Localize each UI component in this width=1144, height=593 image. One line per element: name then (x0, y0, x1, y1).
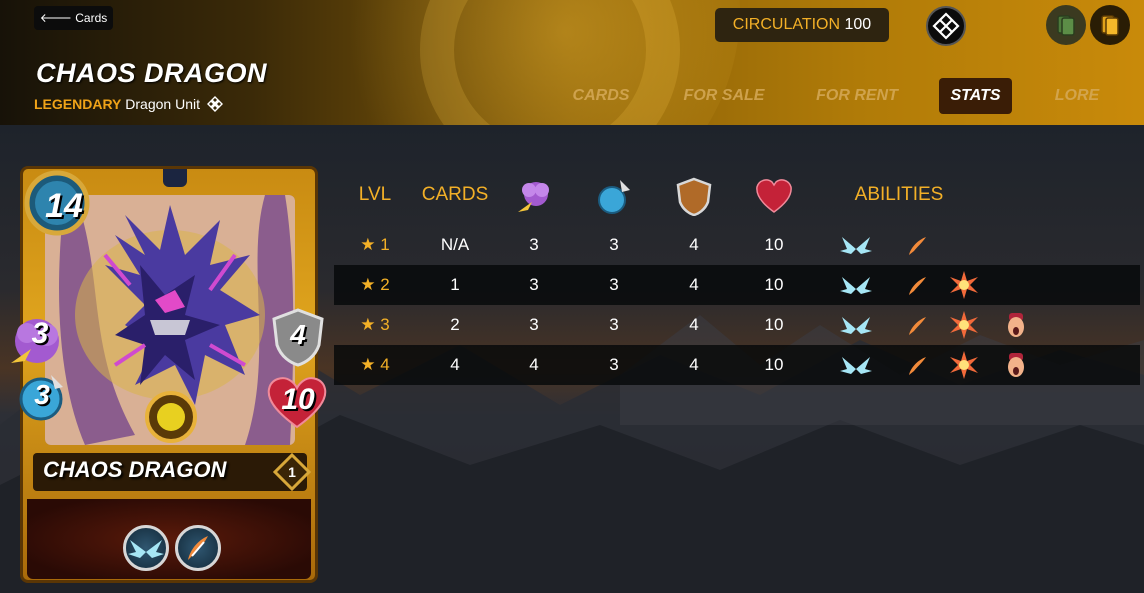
circulation-label: CIRCULATION (732, 16, 841, 33)
row-speed: 3 (609, 235, 619, 254)
blast-icon[interactable] (948, 309, 980, 341)
row-health: 10 (764, 235, 784, 254)
card-type-label: Dragon Unit (125, 96, 200, 112)
column-header-cards: CARDS (421, 184, 489, 205)
flame-feather-icon[interactable] (900, 229, 932, 261)
row-level: ★ 4 (360, 355, 390, 374)
row-armor: 4 (689, 315, 699, 334)
flame-feather-icon[interactable] (900, 349, 932, 381)
row-cards: 2 (450, 315, 460, 334)
row-speed: 3 (609, 315, 619, 334)
row-speed: 3 (609, 275, 619, 294)
circulation-badge: CIRCULATION 100 (715, 8, 889, 42)
row-magic: 3 (529, 235, 539, 254)
row-speed: 3 (609, 355, 619, 374)
card-subtitle: LEGENDARY Dragon Unit (34, 96, 223, 112)
splinter-gem-icon (163, 169, 187, 187)
row-armor: 4 (689, 275, 699, 294)
flame-feather-icon[interactable] (900, 269, 932, 301)
row-level: ★ 2 (360, 275, 390, 294)
row-health: 10 (764, 275, 784, 294)
armor-icon (676, 177, 712, 216)
back-button-label: Cards (75, 11, 108, 25)
circulation-value: 100 (844, 16, 872, 33)
table-row: ★ 1 N/A 3 3 4 10 (334, 225, 1140, 265)
tab-stats[interactable]: STATS (939, 78, 1012, 114)
health-icon (756, 179, 792, 213)
page-title: CHAOS DRAGON (36, 58, 268, 88)
page-header: 🡐 Cards CHAOS DRAGON LEGENDARY Dragon Un… (0, 0, 1144, 125)
owned-cards-icon[interactable] (1090, 5, 1130, 45)
card-level-value: 1 (288, 464, 296, 480)
row-armor: 4 (689, 235, 699, 254)
stats-table-header: LVL CARDS ABILITIES (334, 176, 1140, 218)
flame-feather-icon[interactable] (175, 525, 221, 571)
tab-lore[interactable]: LORE (1046, 78, 1108, 114)
armor-value: 4 (290, 319, 306, 350)
tab-cards[interactable]: CARDS (560, 78, 642, 114)
card-name: CHAOS DRAGON (43, 457, 227, 482)
void-wings-icon[interactable] (840, 349, 872, 381)
card-art-frame: 14 3 3 4 10 CHAOS DRAGON 1 (11, 166, 327, 583)
void-wings-icon[interactable] (123, 525, 169, 571)
blast-icon[interactable] (948, 269, 980, 301)
column-header-lvl: LVL (358, 184, 392, 205)
row-health: 10 (764, 315, 784, 334)
health-value: 10 (281, 383, 315, 416)
mana-cost-value: 14 (45, 187, 83, 225)
rarity-label: LEGENDARY (34, 96, 122, 112)
row-magic: 3 (529, 275, 539, 294)
legendary-gem-icon (145, 391, 197, 443)
magic-attack-icon (518, 182, 549, 212)
row-health: 10 (764, 355, 784, 374)
arrow-left-icon: 🡐 (39, 11, 72, 25)
column-header-abilities: ABILITIES (854, 184, 944, 205)
row-cards: 4 (450, 355, 460, 374)
back-to-cards-button[interactable]: 🡐 Cards (34, 6, 113, 30)
row-cards: N/A (440, 235, 470, 254)
blast-icon[interactable] (948, 349, 980, 381)
tab-for-rent[interactable]: FOR RENT (808, 78, 906, 114)
speed-icon (598, 180, 630, 214)
row-magic: 4 (529, 355, 539, 374)
collection-cards-icon[interactable] (1046, 5, 1086, 45)
card-ability-panel (27, 499, 311, 579)
flame-feather-icon[interactable] (900, 309, 932, 341)
attack-value: 3 (31, 317, 49, 350)
speed-value: 3 (34, 379, 50, 410)
row-level: ★ 1 (360, 235, 390, 254)
row-armor: 4 (689, 355, 699, 374)
dragon-splinter-badge-icon[interactable] (926, 6, 966, 46)
table-row: ★ 2 1 3 3 4 10 (334, 265, 1140, 305)
tab-for-sale[interactable]: FOR SALE (676, 78, 772, 114)
row-magic: 3 (529, 315, 539, 334)
void-wings-icon[interactable] (840, 269, 872, 301)
row-level: ★ 3 (360, 315, 390, 334)
screaming-head-icon[interactable] (1000, 349, 1032, 381)
table-row: ★ 3 2 3 3 4 10 (334, 305, 1140, 345)
table-row: ★ 4 4 4 3 4 10 (334, 345, 1140, 385)
dragon-splinter-icon (206, 96, 223, 112)
row-cards: 1 (450, 275, 460, 294)
screaming-head-icon[interactable] (1000, 309, 1032, 341)
void-wings-icon[interactable] (840, 229, 872, 261)
void-wings-icon[interactable] (840, 309, 872, 341)
